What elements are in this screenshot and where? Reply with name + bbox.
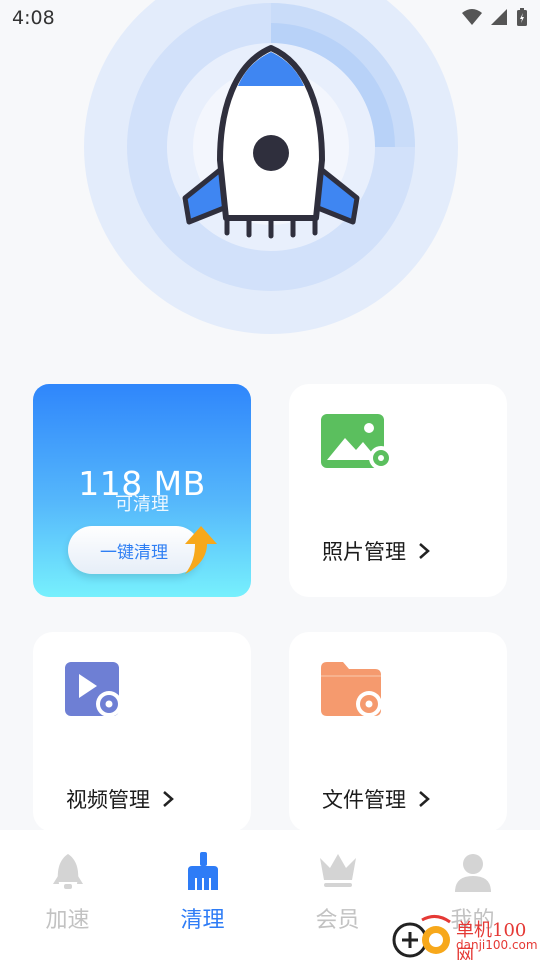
chevron-right-icon bbox=[419, 543, 430, 559]
status-icons bbox=[462, 7, 528, 27]
watermark-line2: danji100.com bbox=[456, 938, 538, 952]
chevron-right-icon bbox=[163, 791, 174, 807]
file-management-title: 文件管理 bbox=[322, 784, 430, 814]
clean-label: 可清理 bbox=[115, 494, 169, 515]
wifi-icon bbox=[462, 9, 482, 25]
signal-icon bbox=[491, 9, 507, 25]
video-management-title: 视频管理 bbox=[66, 784, 174, 814]
photo-management-title: 照片管理 bbox=[322, 536, 430, 566]
photo-management-card[interactable]: 照片管理 bbox=[289, 384, 507, 597]
rocket-hero bbox=[84, 0, 458, 334]
watermark: 单机100网 danji100.com bbox=[392, 912, 540, 960]
video-management-label: 视频管理 bbox=[66, 788, 150, 812]
broom-icon bbox=[187, 852, 218, 890]
tab-label-clean: 清理 bbox=[180, 908, 225, 933]
file-management-label: 文件管理 bbox=[322, 788, 406, 812]
tab-member[interactable]: 会员 bbox=[270, 830, 405, 960]
tab-accelerate[interactable]: 加速 bbox=[0, 830, 135, 960]
tab-clean[interactable]: 清理 bbox=[135, 830, 270, 960]
video-settings-icon bbox=[65, 662, 122, 717]
user-icon bbox=[454, 854, 491, 892]
arrow-up-icon bbox=[185, 526, 217, 574]
tab-label-member: 会员 bbox=[315, 908, 360, 933]
one-key-clean-button[interactable]: 一键清理 bbox=[68, 526, 200, 574]
rocket-tab-icon bbox=[52, 854, 83, 889]
photo-settings-icon bbox=[321, 414, 393, 470]
status-time: 4:08 bbox=[12, 7, 55, 29]
file-management-card[interactable]: 文件管理 bbox=[289, 632, 507, 832]
battery-icon bbox=[517, 8, 527, 26]
chevron-right-icon bbox=[419, 791, 430, 807]
clean-card[interactable]: 118 MB 可清理 一键清理 bbox=[33, 384, 251, 597]
watermark-logo-icon bbox=[392, 915, 451, 958]
video-management-card[interactable]: 视频管理 bbox=[33, 632, 251, 832]
photo-management-label: 照片管理 bbox=[322, 540, 406, 564]
folder-settings-icon bbox=[321, 662, 382, 717]
crown-icon bbox=[319, 854, 356, 887]
tab-label-accelerate: 加速 bbox=[45, 908, 90, 933]
